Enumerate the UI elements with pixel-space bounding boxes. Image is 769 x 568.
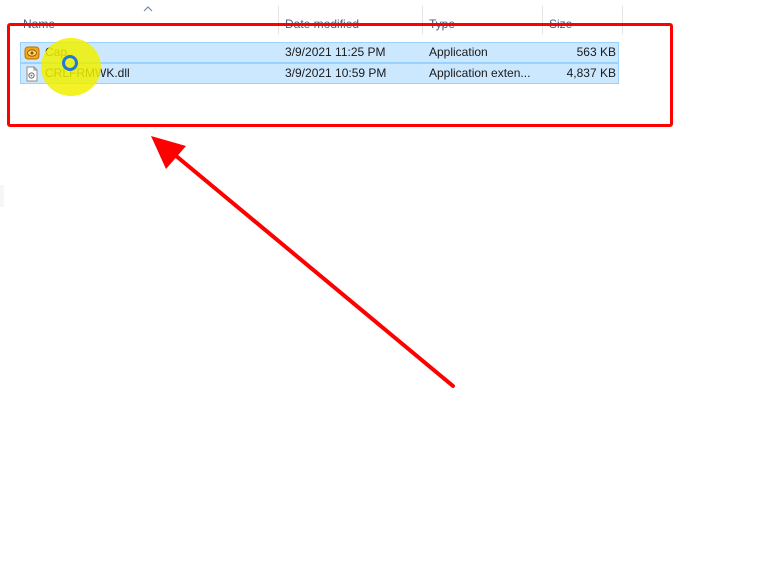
file-explorer-view: Name Date modified Type Size Cap 3/9/202… (0, 0, 769, 568)
column-header-type[interactable]: Type (429, 14, 539, 34)
column-divider[interactable] (542, 6, 543, 34)
column-divider[interactable] (422, 6, 423, 34)
file-row-crlfrmwk-dll[interactable]: CRLFRMWK.dll 3/9/2021 10:59 PM Applicati… (20, 63, 619, 84)
sort-ascending-icon[interactable] (142, 4, 154, 14)
file-name[interactable]: Cap (45, 43, 275, 62)
file-type: Application exten... (429, 66, 531, 80)
file-size: 563 KB (576, 45, 616, 59)
scroll-edge (0, 185, 4, 207)
file-date-modified: 3/9/2021 10:59 PM (285, 66, 387, 80)
file-size: 4,837 KB (566, 66, 616, 80)
column-header-name[interactable]: Name (23, 14, 273, 34)
file-date-modified: 3/9/2021 11:25 PM (285, 45, 386, 59)
column-header-date-modified[interactable]: Date modified (285, 14, 420, 34)
file-row-cap[interactable]: Cap 3/9/2021 11:25 PM Application 563 KB (20, 42, 619, 63)
application-icon (24, 46, 40, 60)
file-type: Application (429, 45, 488, 59)
annotation-arrow (151, 136, 455, 388)
file-name[interactable]: CRLFRMWK.dll (45, 64, 275, 83)
column-header-row: Name Date modified Type Size (0, 0, 769, 34)
column-header-size[interactable]: Size (549, 14, 619, 34)
column-divider[interactable] (278, 6, 279, 34)
column-divider[interactable] (622, 6, 623, 34)
dll-file-icon (26, 66, 38, 82)
